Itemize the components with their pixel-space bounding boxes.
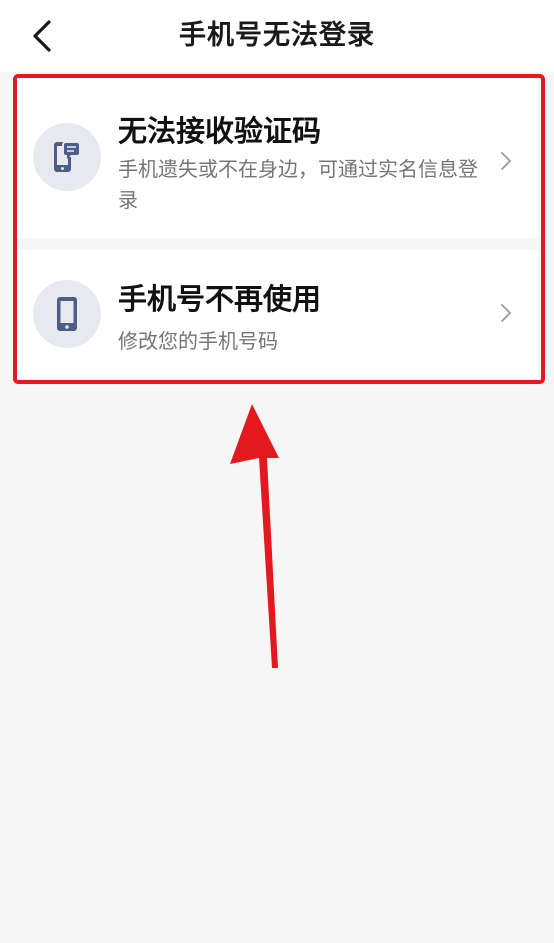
chevron-right-icon — [501, 304, 511, 322]
page-title: 手机号无法登录 — [179, 20, 375, 51]
option-description: 修改您的手机号码 — [118, 329, 278, 353]
login-options-list: 无法接收验证码 手机遗失或不在身边，可通过实名信息登录 手机号不再使用 修改您的… — [14, 76, 538, 378]
icon-badge — [33, 280, 101, 348]
page: 手机号无法登录 无法接收验证码 手机遗失或不在身边，可通过实名信息登录 手机号不… — [0, 0, 554, 943]
header-bar: 手机号无法登录 — [0, 0, 554, 72]
option-cannot-receive-code[interactable]: 无法接收验证码 手机遗失或不在身边，可通过实名信息登录 — [14, 76, 538, 238]
option-title: 无法接收验证码 — [118, 114, 322, 148]
option-description: 手机遗失或不在身边，可通过实名信息登录 — [118, 157, 478, 212]
icon-badge — [33, 123, 101, 191]
option-number-no-longer-used[interactable]: 手机号不再使用 修改您的手机号码 — [14, 250, 538, 378]
chevron-right-icon — [501, 152, 511, 170]
phone-message-icon — [54, 141, 81, 172]
divider — [14, 238, 538, 250]
option-title: 手机号不再使用 — [118, 282, 322, 316]
mobile-phone-icon — [57, 297, 77, 331]
